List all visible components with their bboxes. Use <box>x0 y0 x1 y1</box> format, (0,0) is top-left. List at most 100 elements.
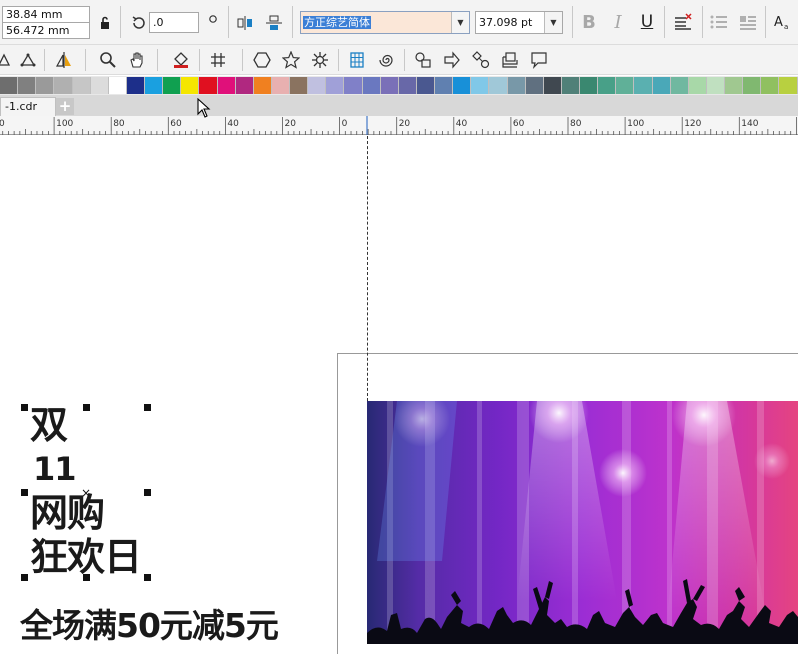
zoom-tool-icon[interactable] <box>97 49 119 71</box>
ruler-label: 0 <box>342 119 348 129</box>
color-swatch[interactable] <box>199 77 218 94</box>
color-swatch[interactable] <box>598 77 617 94</box>
pan-tool-icon[interactable] <box>126 49 148 71</box>
mouse-cursor-icon <box>197 97 211 118</box>
complex-star-tool-icon[interactable] <box>309 49 331 71</box>
color-swatch[interactable] <box>580 77 599 94</box>
flowchart-shapes-tool-icon[interactable] <box>470 49 492 71</box>
spiral-tool-icon[interactable] <box>375 49 397 71</box>
color-swatch[interactable] <box>507 77 526 94</box>
font-size-field[interactable]: 37.098 pt ▼ <box>475 11 563 34</box>
color-swatch[interactable] <box>616 77 635 94</box>
ruler-label: 40 <box>456 119 468 129</box>
color-swatch[interactable] <box>145 77 164 94</box>
star-tool-icon[interactable] <box>280 49 302 71</box>
graph-paper-tool-icon[interactable] <box>346 49 368 71</box>
color-swatch[interactable] <box>435 77 454 94</box>
mirror-vertical-icon[interactable] <box>263 12 285 34</box>
object-width-field[interactable]: 38.84 mm <box>2 6 90 23</box>
promo-headline[interactable]: 全场满50元减5元 <box>20 606 279 646</box>
color-swatch[interactable] <box>290 77 309 94</box>
ruler-label: 120 <box>684 119 701 129</box>
color-swatch[interactable] <box>271 77 290 94</box>
color-swatch[interactable] <box>0 77 19 94</box>
underline-button[interactable]: U <box>636 11 658 33</box>
font-name-dropdown-icon[interactable]: ▼ <box>451 12 469 33</box>
color-swatch[interactable] <box>54 77 73 94</box>
grid-snap-icon[interactable] <box>207 49 229 71</box>
color-swatch[interactable] <box>108 77 127 94</box>
color-swatch[interactable] <box>253 77 272 94</box>
selected-text-object[interactable]: 双 11 网购 狂欢日 × <box>20 403 156 583</box>
banner-shapes-tool-icon[interactable] <box>499 49 521 71</box>
color-swatch[interactable] <box>543 77 562 94</box>
color-swatch[interactable] <box>471 77 490 94</box>
color-swatch[interactable] <box>380 77 399 94</box>
color-swatch[interactable] <box>489 77 508 94</box>
mirror-horizontal-icon[interactable] <box>234 12 256 34</box>
color-swatch[interactable] <box>362 77 381 94</box>
color-swatch[interactable] <box>398 77 417 94</box>
object-height-field[interactable]: 56.472 mm <box>2 22 90 39</box>
color-swatch[interactable] <box>163 77 182 94</box>
color-swatch[interactable] <box>779 77 798 94</box>
arrow-shapes-tool-icon[interactable] <box>441 49 463 71</box>
selection-handle[interactable] <box>83 404 90 411</box>
color-swatch[interactable] <box>90 77 109 94</box>
bullet-list-icon[interactable] <box>708 11 730 33</box>
color-swatch[interactable] <box>308 77 327 94</box>
vertical-guideline[interactable] <box>367 136 368 401</box>
italic-button[interactable]: I <box>607 11 629 33</box>
color-swatch[interactable] <box>525 77 544 94</box>
fill-tool-icon[interactable] <box>170 49 192 71</box>
font-size-dropdown-icon[interactable]: ▼ <box>544 12 562 33</box>
color-swatch[interactable] <box>670 77 689 94</box>
color-swatch[interactable] <box>561 77 580 94</box>
perspective-tool-icon[interactable] <box>53 49 75 71</box>
color-swatch[interactable] <box>181 77 200 94</box>
concert-image[interactable] <box>367 401 798 644</box>
color-swatch[interactable] <box>634 77 653 94</box>
shape-tool-icon[interactable] <box>17 49 39 71</box>
color-swatch[interactable] <box>326 77 345 94</box>
selection-handle[interactable] <box>83 574 90 581</box>
callout-shapes-tool-icon[interactable] <box>528 49 550 71</box>
color-swatch[interactable] <box>743 77 762 94</box>
lock-ratio-icon[interactable] <box>94 12 116 34</box>
color-swatch[interactable] <box>18 77 37 94</box>
color-swatch[interactable] <box>652 77 671 94</box>
color-swatch[interactable] <box>416 77 435 94</box>
selection-handle[interactable] <box>144 574 151 581</box>
color-swatch[interactable] <box>36 77 55 94</box>
font-name-field[interactable]: 方正综艺简体 ▼ <box>300 11 470 34</box>
ruler-label: 20 <box>285 119 297 129</box>
color-swatch[interactable] <box>725 77 744 94</box>
bold-button[interactable]: B <box>578 11 600 33</box>
selection-handle[interactable] <box>21 489 28 496</box>
separator <box>44 49 45 71</box>
color-swatch[interactable] <box>72 77 91 94</box>
color-swatch[interactable] <box>344 77 363 94</box>
polygon-tool-icon[interactable] <box>251 49 273 71</box>
document-tab[interactable]: -1.cdr <box>0 97 56 116</box>
selection-handle[interactable] <box>21 574 28 581</box>
selection-handle[interactable] <box>144 404 151 411</box>
new-tab-button[interactable]: + <box>56 98 74 115</box>
character-formatting-icon[interactable]: Aa <box>772 11 794 33</box>
selection-handle[interactable] <box>144 489 151 496</box>
color-swatch[interactable] <box>217 77 236 94</box>
selection-handle[interactable] <box>21 404 28 411</box>
color-swatch[interactable] <box>126 77 145 94</box>
color-swatch[interactable] <box>453 77 472 94</box>
color-swatch[interactable] <box>761 77 780 94</box>
basic-shapes-tool-icon[interactable] <box>412 49 434 71</box>
text-align-icon[interactable] <box>672 11 694 33</box>
color-swatch[interactable] <box>235 77 254 94</box>
rotation-angle-field[interactable]: .0 <box>149 12 199 33</box>
color-swatch[interactable] <box>706 77 725 94</box>
drop-cap-icon[interactable] <box>737 11 759 33</box>
drawing-canvas[interactable]: 双 11 网购 狂欢日 × 全场满50元减5元 <box>0 136 798 654</box>
horizontal-ruler[interactable]: 010080604020020406080100120140160 <box>0 116 798 135</box>
pick-tool-icon[interactable] <box>0 49 15 71</box>
color-swatch[interactable] <box>688 77 707 94</box>
